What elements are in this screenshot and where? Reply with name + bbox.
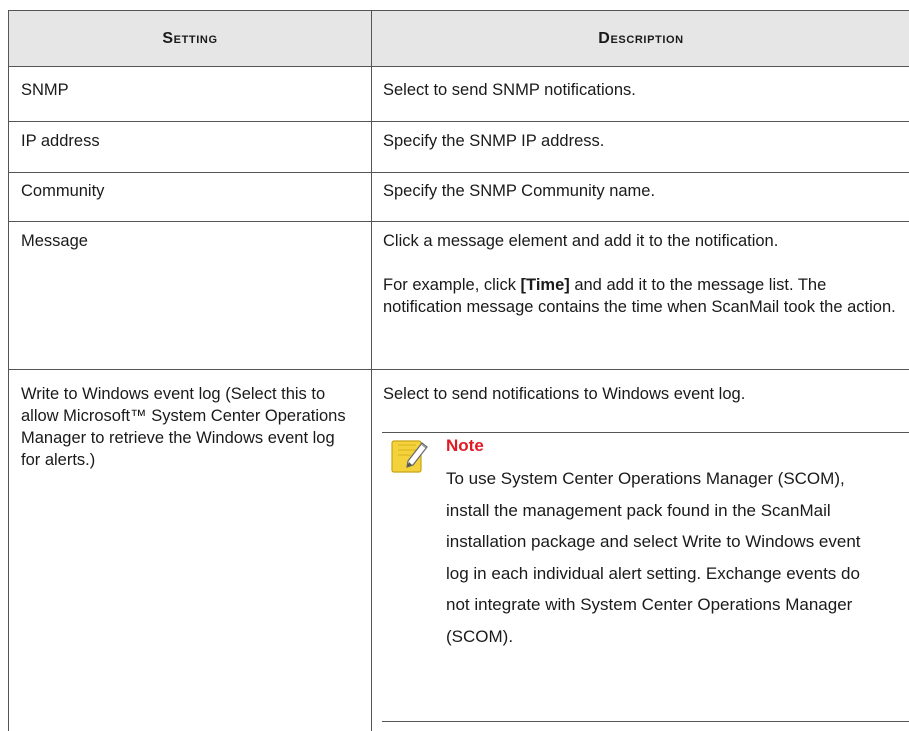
time-element-label: [Time] [520, 276, 570, 294]
note-top-rule [382, 432, 909, 433]
table-row-description: Select to send SNMP notifications. [383, 81, 636, 99]
table-header-row: Setting Description [9, 11, 909, 67]
settings-table: Setting Description SNMP Select to send … [8, 10, 909, 731]
column-divider [371, 66, 372, 731]
table-row-setting: Community [21, 182, 105, 200]
row-divider [9, 221, 909, 222]
row-divider [9, 121, 909, 122]
note-body: To use System Center Operations Manager … [446, 469, 861, 646]
table-row-setting: Write to Windows event log (Select this … [21, 385, 346, 469]
table-row-setting: IP address [21, 132, 100, 150]
table-row-description: Select to send notifications to Windows … [383, 385, 746, 403]
pencil-note-icon [391, 440, 428, 473]
table-row-description: Specify the SNMP IP address. [383, 132, 605, 150]
row-divider [9, 172, 909, 173]
description-column-header: Description [598, 29, 684, 47]
table-row-setting: Message [21, 232, 88, 250]
note-bottom-rule [382, 721, 909, 722]
table-row-setting: SNMP [21, 81, 69, 99]
example-prefix: For example, click [383, 276, 516, 294]
message-example-text: For example, click [Time] and add it to … [383, 274, 903, 318]
table-row-description: Click a message element and add it to th… [383, 232, 779, 250]
note-title: Note [446, 436, 484, 455]
row-divider [9, 369, 909, 370]
table-row-description: Specify the SNMP Community name. [383, 182, 656, 200]
setting-column-header: Setting [9, 11, 372, 66]
